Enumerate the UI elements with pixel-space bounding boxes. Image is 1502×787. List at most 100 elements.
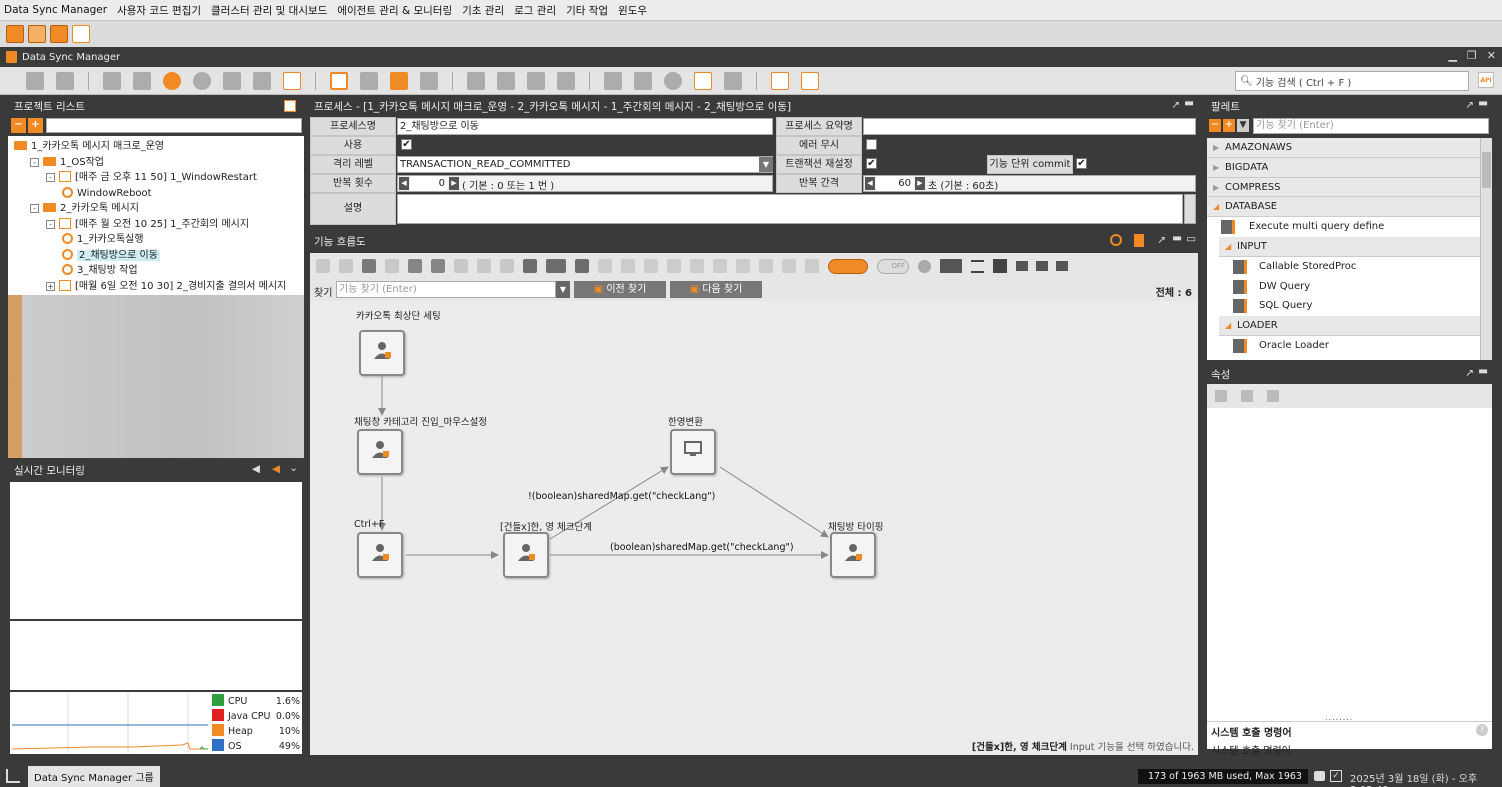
collapse-icon[interactable]: − <box>1209 119 1221 132</box>
copy-icon[interactable] <box>330 71 348 90</box>
menu-log-management[interactable]: 로그 관리 <box>514 3 556 18</box>
menu-agent-monitoring[interactable]: 에이전트 관리 & 모니터링 <box>337 3 452 18</box>
sort-icon[interactable] <box>523 259 537 273</box>
ignore-error-checkbox[interactable] <box>866 139 877 150</box>
palette-scrollbar[interactable] <box>1480 138 1492 360</box>
desc-textarea[interactable] <box>397 194 1183 224</box>
next-find-button[interactable]: ▣ 다음 찾기 <box>670 281 762 298</box>
flow-node-selected[interactable] <box>503 532 549 578</box>
move-down-icon[interactable] <box>527 71 545 90</box>
use-checkbox[interactable]: ✔ <box>401 139 412 150</box>
tree-node[interactable]: - 2_카카오톡 메시지 <box>8 201 304 217</box>
unit-commit-checkbox[interactable]: ✔ <box>1076 158 1087 169</box>
interval-decrement-icon[interactable]: ◀ <box>865 177 875 190</box>
minimize-icon[interactable]: ▁ <box>1448 49 1456 62</box>
speaker-mute-icon[interactable]: ◀ <box>272 463 280 475</box>
tree-node[interactable]: 1_카카오톡실행 <box>8 232 304 248</box>
copy-icon[interactable] <box>316 259 330 273</box>
move-bottom-icon[interactable] <box>557 71 575 90</box>
new-process-icon[interactable] <box>56 71 74 90</box>
run-icon[interactable] <box>604 71 622 90</box>
minimize-icon[interactable]: ▬ <box>1478 365 1488 377</box>
palette-subcategory[interactable]: ◢ LOADER <box>1219 316 1480 336</box>
chevron-down-icon[interactable]: ⌄ <box>289 462 298 474</box>
settings-icon[interactable] <box>664 71 682 90</box>
palette-item[interactable]: SQL Query <box>1207 296 1480 316</box>
minimize-icon[interactable]: ▬ <box>1478 97 1488 109</box>
sort-az-icon[interactable] <box>1215 390 1227 402</box>
prev-find-button[interactable]: ▣ 이전 찾기 <box>574 281 666 298</box>
menu-basic-management[interactable]: 기초 관리 <box>462 3 504 18</box>
palette-scroll-thumb[interactable] <box>1482 152 1491 188</box>
palette-category[interactable]: ▶ BIGDATA <box>1207 157 1480 178</box>
maximize-icon[interactable]: ↗ <box>1465 367 1474 379</box>
process-name-input[interactable]: 2_채팅방으로 이동 <box>397 118 773 135</box>
repeat-increment-icon[interactable]: ▶ <box>449 177 459 190</box>
screen-icon[interactable] <box>724 71 742 90</box>
palette-category[interactable]: ▶ AMAZONAWS <box>1207 138 1480 158</box>
expand-icon[interactable]: + <box>28 118 43 133</box>
palette-item[interactable]: DW Query <box>1207 277 1480 297</box>
process-summary-input[interactable] <box>863 118 1196 135</box>
import-icon[interactable] <box>253 71 271 90</box>
flow-node[interactable] <box>357 429 403 475</box>
document-icon[interactable] <box>283 71 301 90</box>
expand-toggle-icon[interactable]: + <box>46 281 55 291</box>
repeat-decrement-icon[interactable]: ◀ <box>399 177 409 190</box>
expand-icon[interactable]: + <box>1223 119 1235 132</box>
group-tab[interactable]: Data Sync Manager 그룹 <box>28 765 160 787</box>
speaker-icon[interactable]: ◀ <box>252 463 260 475</box>
flow-node[interactable] <box>359 330 405 376</box>
panel-close-icon[interactable] <box>284 100 296 112</box>
tree-node[interactable]: - [매주 월 오전 10 25] 1_주간회의 메시지 <box>8 217 304 233</box>
palette-item[interactable]: Execute multi query define <box>1207 217 1480 237</box>
clipboard-icon[interactable] <box>1134 234 1144 247</box>
isolation-select[interactable]: TRANSACTION_READ_COMMITTED <box>397 156 773 173</box>
palette-item[interactable]: Callable StoredProc <box>1207 257 1480 277</box>
route-icon[interactable] <box>546 259 566 273</box>
io-select-icon[interactable] <box>940 259 962 273</box>
desc-scrollbar[interactable] <box>1184 194 1196 224</box>
project-icon[interactable] <box>6 25 24 43</box>
save-icon[interactable] <box>103 71 121 90</box>
tree-node[interactable]: + [매월 6일 오전 10 30] 2_경비지출 결의서 메시지 <box>8 279 304 295</box>
chart-icon[interactable] <box>771 71 789 90</box>
palette-subcategory[interactable]: ◢ INPUT <box>1219 236 1480 257</box>
align-right-icon[interactable] <box>621 259 635 273</box>
check-icon[interactable]: ✓ <box>1330 770 1342 782</box>
list-icon[interactable] <box>971 259 984 273</box>
menu-data-sync-manager[interactable]: Data Sync Manager <box>4 4 107 16</box>
lock-icon[interactable] <box>1314 771 1325 781</box>
schedule-icon[interactable] <box>694 71 712 90</box>
run-log-icon[interactable] <box>634 71 652 90</box>
flow-sequence-icon[interactable] <box>1016 261 1068 271</box>
undo-icon[interactable] <box>477 259 491 273</box>
cut-icon[interactable] <box>339 259 353 273</box>
align-middle-icon[interactable] <box>713 259 727 273</box>
api-icon[interactable]: API <box>1478 72 1494 88</box>
collapse-toggle-icon[interactable]: - <box>30 204 39 213</box>
maximize-icon[interactable]: ↗ <box>1171 99 1180 111</box>
disconnect-icon[interactable] <box>575 259 589 273</box>
delete-icon[interactable] <box>420 71 438 90</box>
move-top-icon[interactable] <box>467 71 485 90</box>
export-icon[interactable] <box>223 71 241 90</box>
redo-icon[interactable] <box>500 259 514 273</box>
menu-window[interactable]: 윈도우 <box>618 3 647 18</box>
move-up-icon[interactable] <box>497 71 515 90</box>
distribute-v-icon[interactable] <box>759 259 773 273</box>
palette-category[interactable]: ◢ DATABASE <box>1207 197 1480 218</box>
paste-icon[interactable] <box>390 71 408 90</box>
palette-search-input[interactable]: 기능 찾기 (Enter) <box>1253 118 1489 134</box>
help-icon[interactable]: ? <box>1476 724 1488 736</box>
tree-node[interactable]: WindowReboot <box>8 186 304 202</box>
align-top-icon[interactable] <box>644 259 658 273</box>
save-all-icon[interactable] <box>133 71 151 90</box>
align-left-icon[interactable] <box>598 259 612 273</box>
palette-category[interactable]: ▶ COMPRESS <box>1207 177 1480 198</box>
distribute-h-icon[interactable] <box>736 259 750 273</box>
tree-node[interactable]: 2_채팅방으로 이동 <box>8 248 304 264</box>
off-toggle[interactable]: OFF <box>877 258 909 274</box>
mode-toggle[interactable] <box>828 258 868 274</box>
monitor-icon[interactable] <box>72 25 90 43</box>
